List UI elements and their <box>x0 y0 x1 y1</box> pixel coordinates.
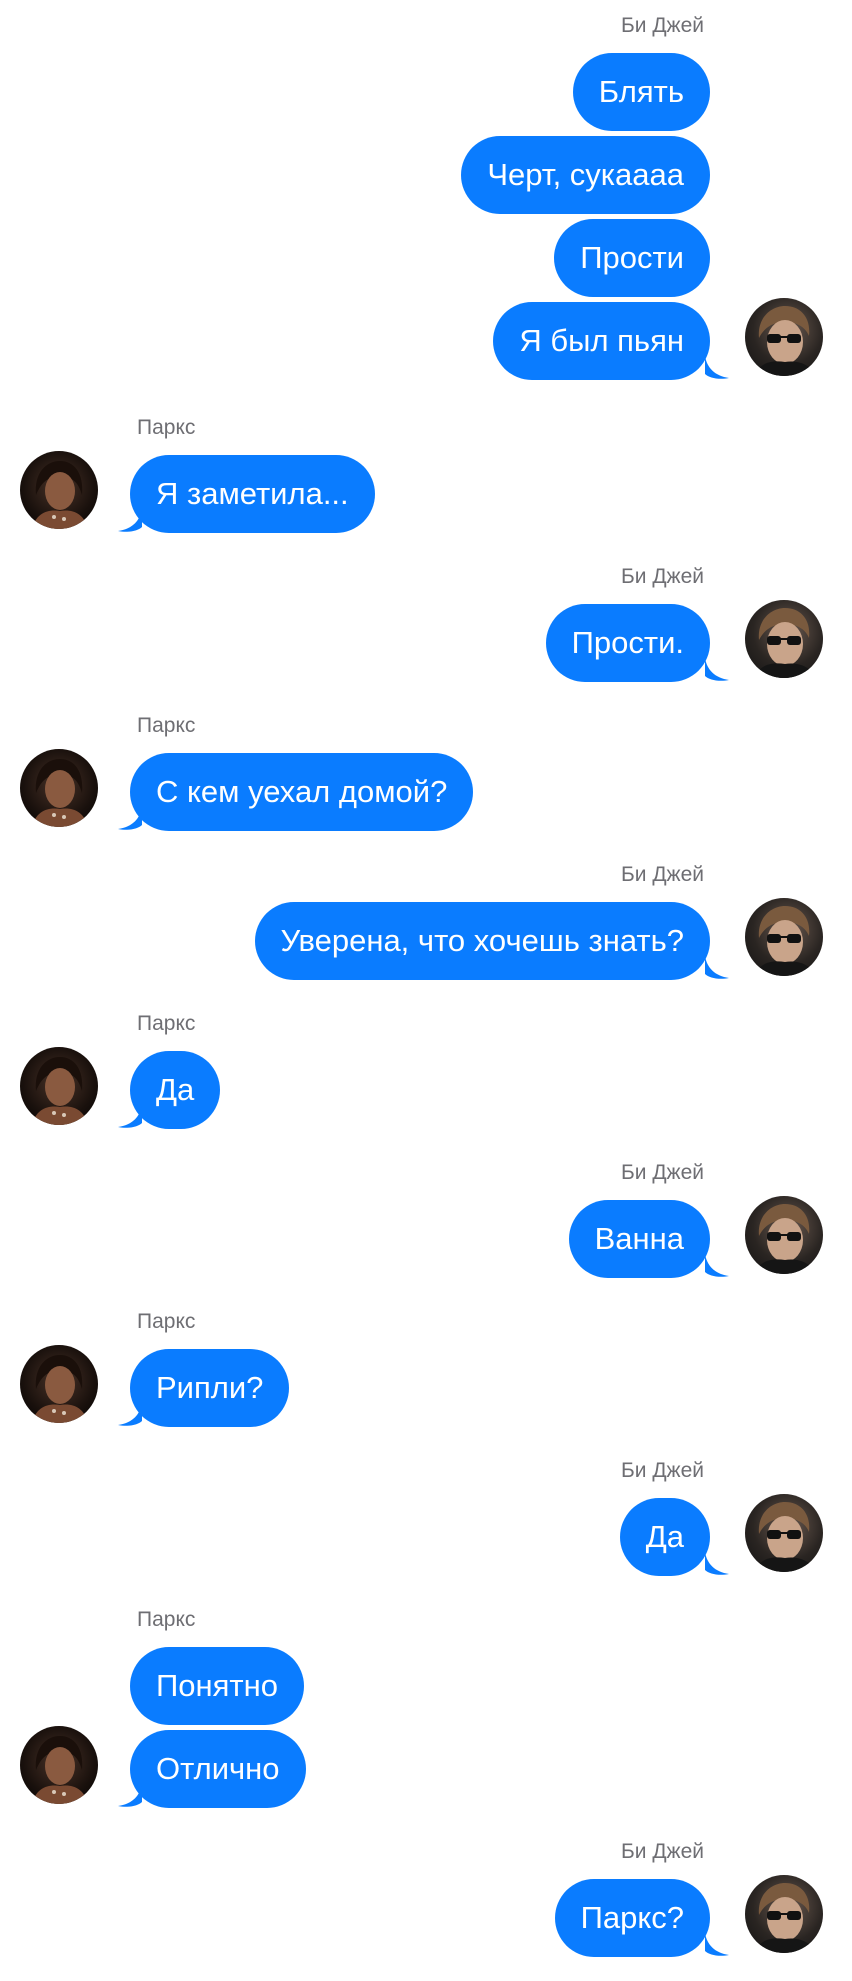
avatar[interactable] <box>20 749 98 827</box>
avatar[interactable] <box>745 600 823 678</box>
avatar[interactable] <box>745 298 823 376</box>
sender-name: Би Джей <box>620 565 704 588</box>
avatar[interactable] <box>20 1726 98 1804</box>
bubble-tail <box>705 356 729 380</box>
message-bubble[interactable]: Прости <box>554 219 710 297</box>
bubble-tail <box>118 1784 142 1808</box>
sender-name: Паркс <box>137 714 196 737</box>
bubble-tail <box>705 1254 729 1278</box>
message-bubble[interactable]: Блять <box>572 53 710 131</box>
message-bubble[interactable]: Рипли? <box>130 1349 290 1427</box>
message-bubble[interactable]: Да <box>130 1051 221 1129</box>
message-bubble[interactable]: Понятно <box>130 1647 304 1725</box>
sender-name: Паркс <box>137 416 196 439</box>
avatar[interactable] <box>20 451 98 529</box>
sender-name: Паркс <box>137 1310 196 1333</box>
bubble-tail <box>118 1105 142 1129</box>
message-bubble[interactable]: Уверена, что хочешь знать? <box>254 902 710 980</box>
bubble-tail <box>705 1933 729 1957</box>
bubble-tail <box>118 807 142 831</box>
sender-name: Паркс <box>137 1608 196 1631</box>
message-bubble[interactable]: Отлично <box>130 1730 306 1808</box>
sender-name: Би Джей <box>620 1840 704 1863</box>
message-bubble[interactable]: Прости. <box>545 604 710 682</box>
bubble-tail <box>705 1552 729 1576</box>
sender-name: Би Джей <box>620 863 704 886</box>
message-bubble[interactable]: Черт, сукаааа <box>461 136 710 214</box>
avatar[interactable] <box>745 1494 823 1572</box>
message-bubble[interactable]: С кем уехал домой? <box>130 753 474 831</box>
sender-name: Би Джей <box>620 1161 704 1184</box>
bubble-tail <box>118 1403 142 1427</box>
bubble-tail <box>118 509 142 533</box>
message-bubble[interactable]: Ванна <box>568 1200 710 1278</box>
bubble-tail <box>705 956 729 980</box>
sender-name: Паркс <box>137 1012 196 1035</box>
avatar[interactable] <box>20 1047 98 1125</box>
avatar[interactable] <box>745 898 823 976</box>
message-bubble[interactable]: Паркс? <box>554 1879 710 1957</box>
sender-name: Би Джей <box>620 1459 704 1482</box>
sender-name: Би Джей <box>620 14 704 37</box>
avatar[interactable] <box>745 1875 823 1953</box>
message-bubble[interactable]: Я был пьян <box>493 302 710 380</box>
bubble-tail <box>705 658 729 682</box>
message-bubble[interactable]: Да <box>619 1498 710 1576</box>
avatar[interactable] <box>745 1196 823 1274</box>
message-bubble[interactable]: Я заметила... <box>130 455 375 533</box>
avatar[interactable] <box>20 1345 98 1423</box>
